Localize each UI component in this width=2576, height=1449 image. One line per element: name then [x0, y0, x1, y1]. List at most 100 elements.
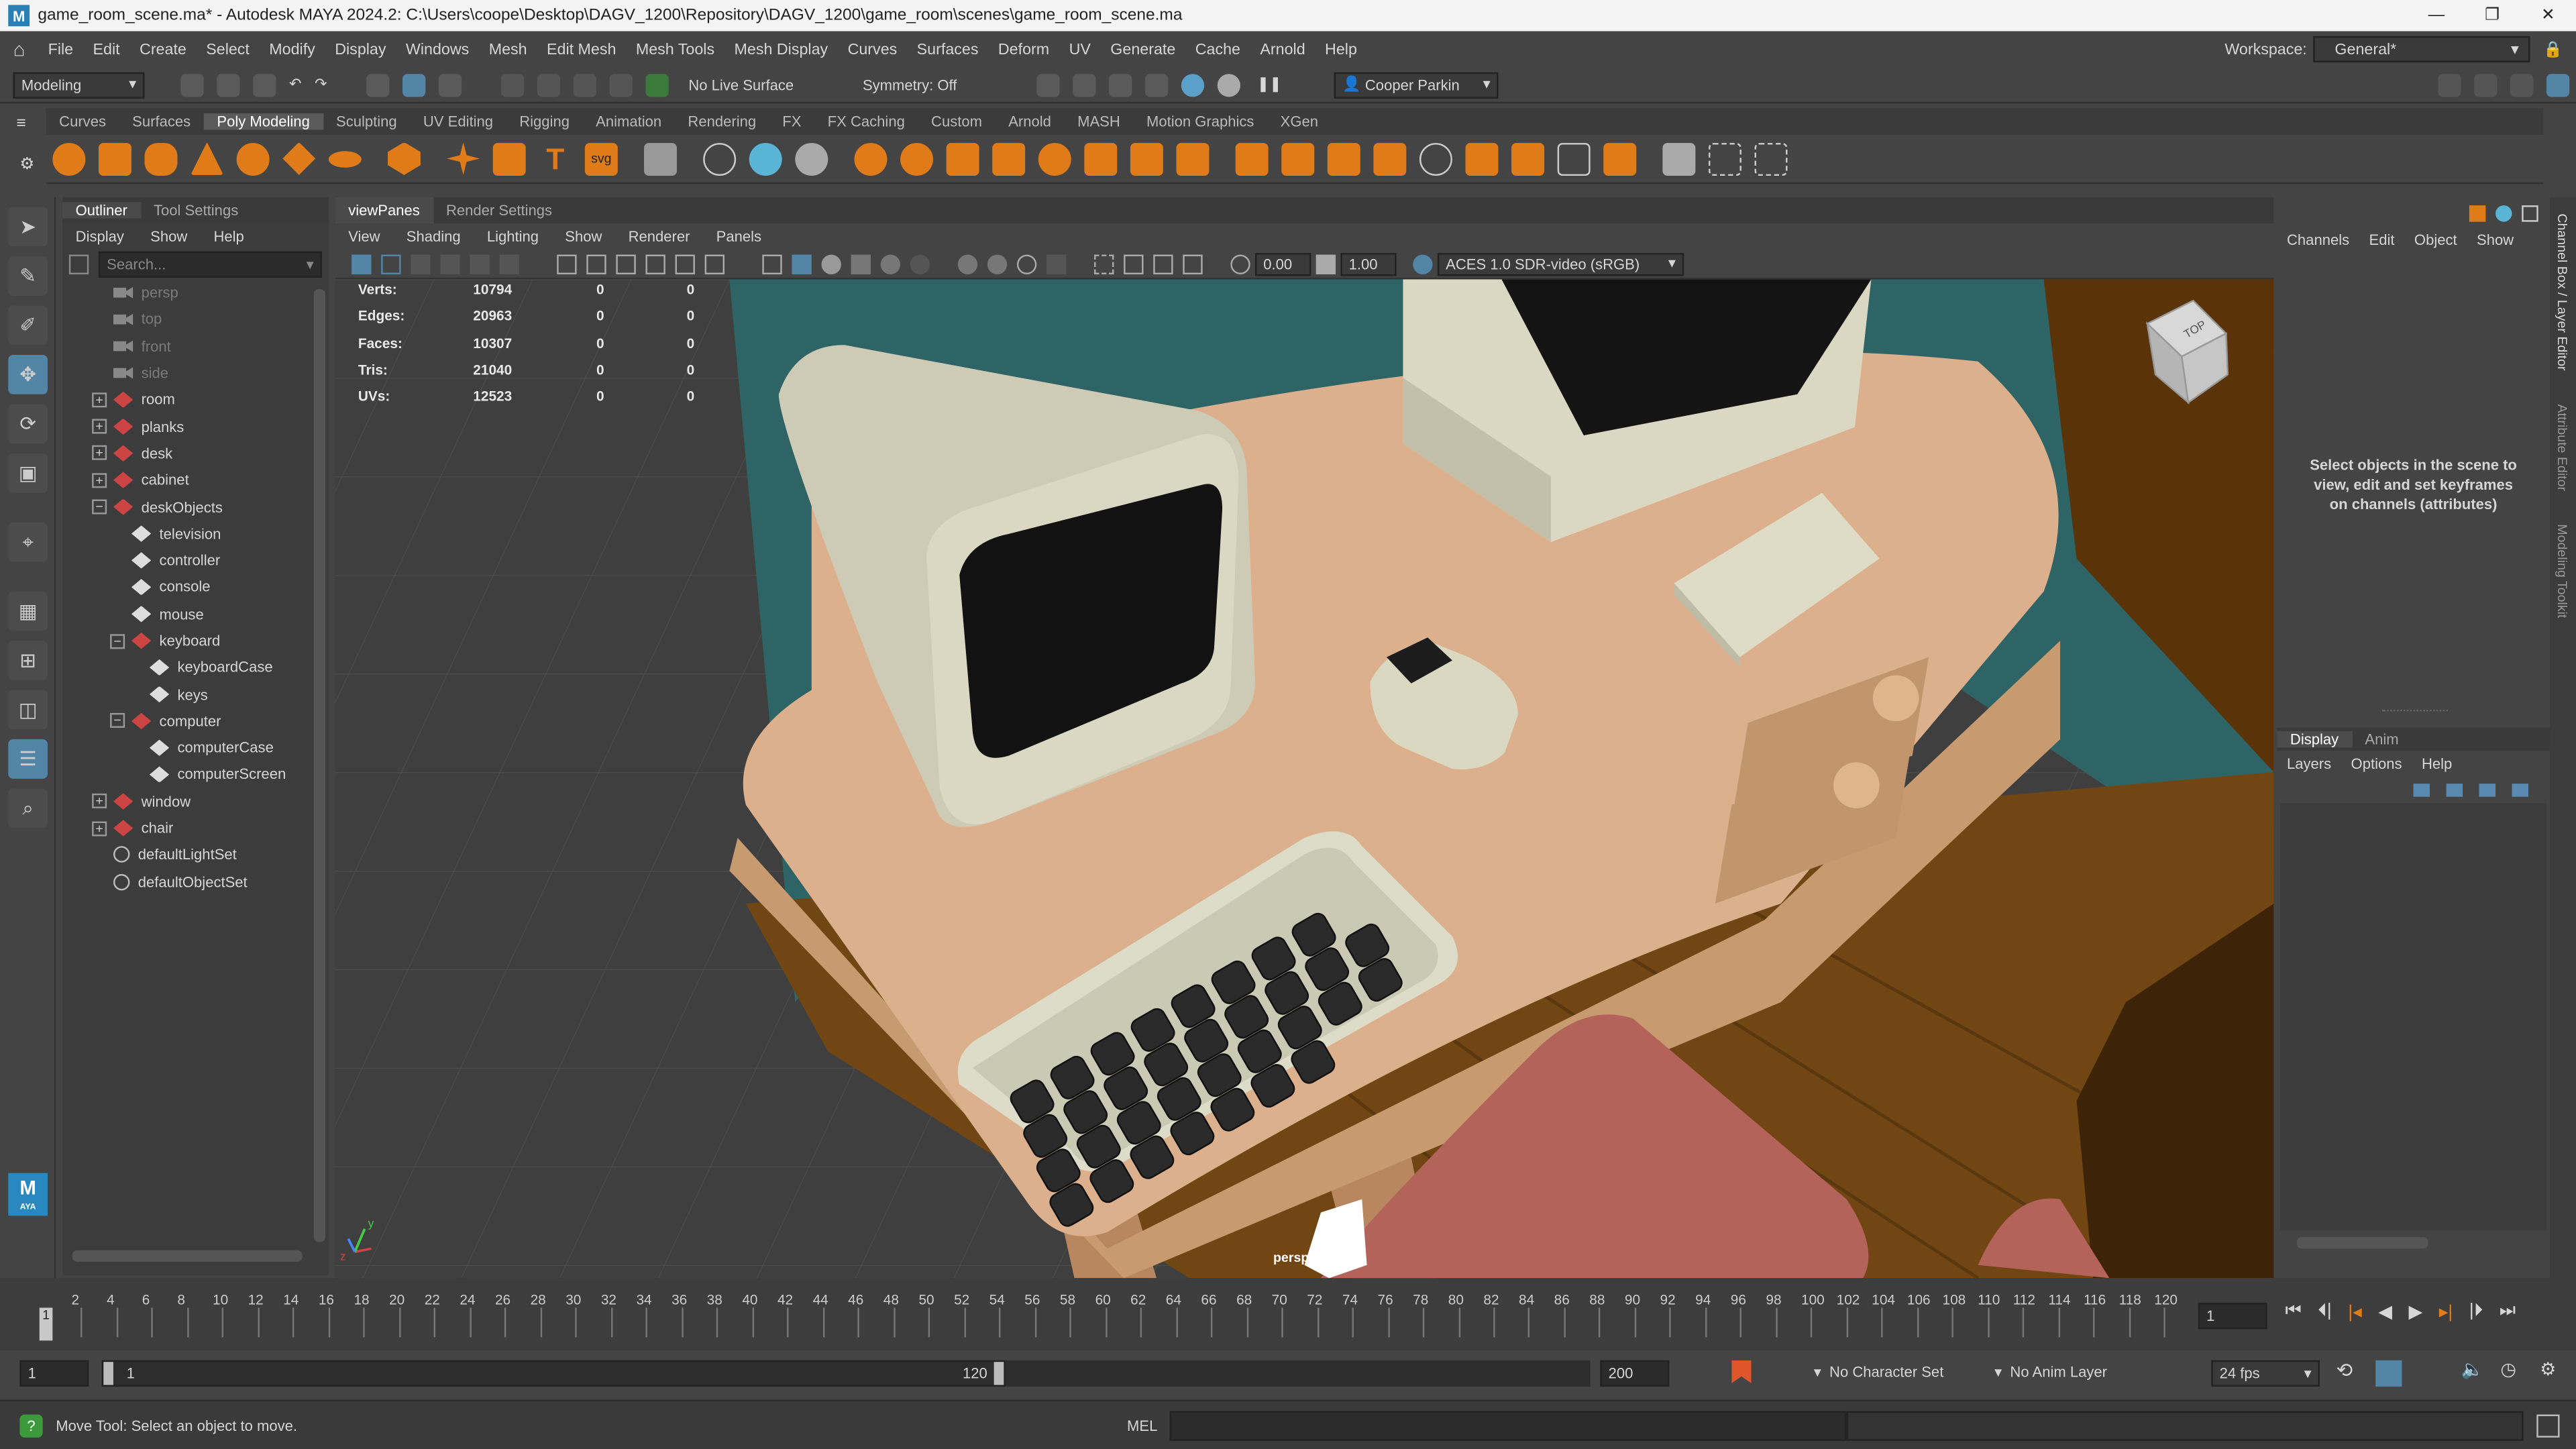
home-icon[interactable]: ⌂ — [0, 38, 38, 60]
character-set-select[interactable]: ▾ No Character Set — [1814, 1364, 1944, 1382]
target-weld-icon[interactable] — [1327, 142, 1360, 175]
sweep-mesh-icon[interactable] — [492, 142, 526, 175]
outliner-item-deskobjects[interactable]: − deskObjects — [92, 494, 305, 521]
select-tool-icon[interactable]: ➤ — [8, 207, 48, 247]
new-scene-icon[interactable] — [180, 72, 204, 97]
extrude-icon[interactable] — [1176, 142, 1210, 175]
channel-pin-icon[interactable] — [2522, 205, 2538, 222]
expand-toggle-icon[interactable]: + — [92, 445, 107, 461]
quad-draw-icon[interactable] — [1557, 142, 1591, 175]
anim-layer-select[interactable]: ▾ No Anim Layer — [1994, 1364, 2107, 1382]
collapse-icon[interactable] — [1511, 142, 1545, 175]
fill-hole-icon[interactable] — [992, 142, 1026, 175]
tab-modeling-toolkit[interactable]: Modeling Toolkit — [2555, 523, 2569, 617]
shelf-tab-sculpting[interactable]: Sculpting — [323, 113, 410, 129]
panel-menu-show[interactable]: Show — [552, 228, 615, 244]
single-layout-icon[interactable]: ▦ — [8, 591, 48, 631]
scale-tool-icon[interactable]: ▣ — [8, 453, 48, 493]
shelf-tab-rigging[interactable]: Rigging — [506, 113, 583, 129]
last-tool-icon[interactable]: ⌖ — [8, 522, 48, 562]
sculpt-icon[interactable] — [1662, 142, 1696, 175]
ambient-occlusion-icon[interactable] — [957, 254, 978, 274]
step-forward-key-icon[interactable]: ▸| — [2431, 1301, 2461, 1322]
poly-plane-icon[interactable] — [282, 142, 316, 175]
outliner-menu-display[interactable]: Display — [62, 228, 137, 244]
sound-icon[interactable]: 🔈 — [2461, 1358, 2484, 1380]
camera-attributes-icon[interactable] — [381, 254, 401, 274]
tab-display-layers[interactable]: Display — [2277, 730, 2352, 747]
undo-icon[interactable]: ↶ — [282, 76, 308, 94]
svg-icon[interactable]: svg — [584, 142, 618, 175]
expand-toggle-icon[interactable]: + — [92, 472, 107, 488]
use-all-lights-icon[interactable] — [880, 254, 901, 274]
outliner-item-computerscreen[interactable]: computerScreen — [92, 761, 305, 788]
filter-icon[interactable] — [68, 254, 89, 274]
menu-generate[interactable]: Generate — [1101, 40, 1185, 58]
menu-edit[interactable]: Edit — [83, 40, 129, 58]
uv-layout-icon[interactable] — [1754, 142, 1788, 175]
new-layer-selected-icon[interactable] — [2512, 783, 2529, 796]
close-button[interactable]: ✕ — [2520, 7, 2576, 25]
shelf-tab-curves[interactable]: Curves — [46, 113, 119, 129]
outliner-item-console[interactable]: console — [92, 574, 305, 600]
shelf-tab-poly-modeling[interactable]: Poly Modeling — [203, 113, 323, 130]
shelf-tab-xgen[interactable]: XGen — [1267, 113, 1332, 129]
outliner-hscrollbar[interactable] — [72, 1250, 303, 1262]
menu-arnold[interactable]: Arnold — [1250, 40, 1316, 58]
isolate-select-icon[interactable] — [1094, 254, 1114, 274]
layer-menu-help[interactable]: Help — [2412, 755, 2462, 771]
menu-surfaces[interactable]: Surfaces — [907, 40, 988, 58]
merge-icon[interactable] — [1465, 142, 1499, 175]
menu-uv[interactable]: UV — [1059, 40, 1101, 58]
default-material-icon[interactable] — [821, 254, 841, 274]
layer-list[interactable] — [2280, 802, 2546, 1230]
attribute-editor-icon[interactable] — [2474, 72, 2498, 97]
expand-toggle-icon[interactable]: − — [92, 499, 107, 515]
outliner-layout-icon[interactable]: ☰ — [8, 739, 48, 779]
menu-edit-mesh[interactable]: Edit Mesh — [537, 40, 626, 58]
snap-curve-icon[interactable] — [537, 72, 561, 97]
step-forward-icon[interactable]: |⏵ — [2461, 1301, 2491, 1323]
shelf-tab-custom[interactable]: Custom — [918, 113, 995, 129]
go-to-end-icon[interactable]: ⏭ — [2491, 1301, 2524, 1323]
smooth-shade-icon[interactable] — [792, 254, 812, 274]
shelf-tab-motion-graphics[interactable]: Motion Graphics — [1133, 113, 1267, 129]
outliner-scrollbar[interactable] — [313, 289, 325, 1242]
channel-box-icon[interactable] — [2546, 72, 2570, 97]
expand-toggle-icon[interactable]: + — [92, 392, 107, 407]
open-scene-icon[interactable] — [217, 72, 240, 97]
bookmark-icon[interactable] — [411, 254, 431, 274]
color-management-icon[interactable] — [1413, 254, 1433, 274]
gamma-field[interactable]: 1.00 — [1340, 252, 1397, 276]
connect-icon[interactable] — [1373, 142, 1407, 175]
shelf-tab-surfaces[interactable]: Surfaces — [119, 113, 204, 129]
smooth-icon[interactable] — [795, 142, 828, 175]
go-to-start-icon[interactable]: ⏮ — [2277, 1301, 2310, 1323]
super-shape-icon[interactable] — [447, 142, 480, 175]
xray-components-icon[interactable] — [1183, 254, 1203, 274]
separate-icon[interactable] — [749, 142, 782, 175]
play-backward-icon[interactable]: ◀ — [2370, 1301, 2400, 1322]
outliner-search-input[interactable]: Search... ▾ — [98, 251, 323, 278]
channel-menu-edit[interactable]: Edit — [2359, 231, 2404, 248]
outliner-item-side[interactable]: side — [92, 360, 305, 386]
poly-cylinder-icon[interactable] — [144, 142, 178, 175]
outliner-item-keyboardcase[interactable]: keyboardCase — [92, 654, 305, 681]
loop-icon[interactable]: ⟲ — [2336, 1358, 2353, 1381]
expand-toggle-icon[interactable]: − — [110, 633, 125, 649]
step-back-icon[interactable]: ⏴| — [2310, 1301, 2340, 1323]
outliner-item-top[interactable]: top — [92, 306, 305, 333]
current-frame-field[interactable]: 1 — [2198, 1303, 2267, 1330]
channel-hscrollbar[interactable] — [2296, 1236, 2428, 1248]
outliner-item-television[interactable]: television — [92, 521, 305, 547]
xray-joints-icon[interactable] — [1153, 254, 1173, 274]
shelf-tab-fx-caching[interactable]: FX Caching — [814, 113, 918, 129]
shelf-tab-rendering[interactable]: Rendering — [675, 113, 769, 129]
two-layout-icon[interactable]: ◫ — [8, 690, 48, 730]
menu-mesh-tools[interactable]: Mesh Tools — [626, 40, 724, 58]
hypershade-icon[interactable] — [1181, 72, 1205, 97]
shelf-settings-icon[interactable]: ⚙ — [19, 156, 34, 174]
poly-cone-icon[interactable] — [191, 142, 224, 175]
render-view-icon[interactable] — [1217, 72, 1241, 97]
outliner-item-front[interactable]: front — [92, 333, 305, 360]
